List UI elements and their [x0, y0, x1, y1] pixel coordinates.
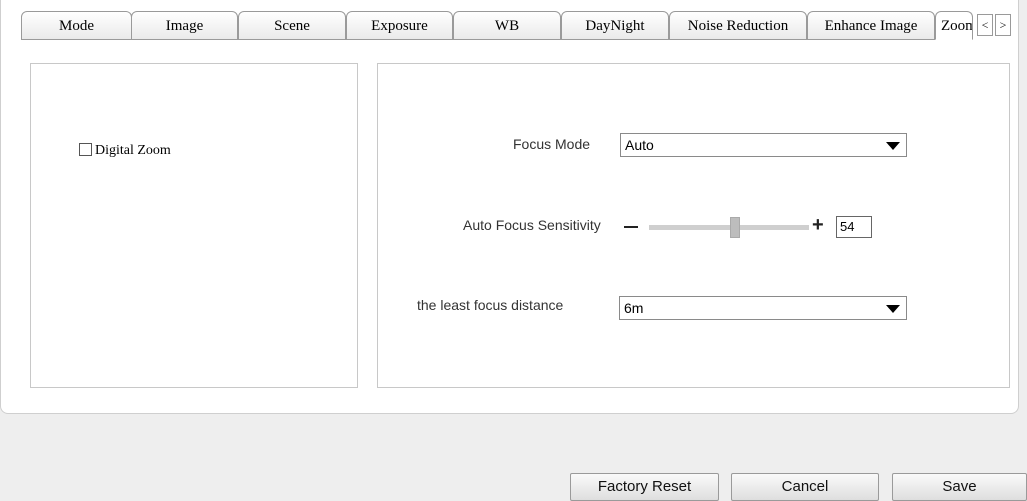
tab-scroll-next-button[interactable]: > [995, 14, 1011, 36]
tab-enhance-image[interactable]: Enhance Image [807, 11, 935, 40]
least-focus-distance-select[interactable]: 6m [619, 296, 907, 320]
tab-wb[interactable]: WB [453, 11, 561, 40]
digital-zoom-label: Digital Zoom [95, 143, 171, 158]
af-sensitivity-input[interactable]: 54 [836, 216, 872, 238]
tab-scene[interactable]: Scene [238, 11, 346, 40]
tab-noise-reduction[interactable]: Noise Reduction [669, 11, 807, 40]
focus-mode-label: Focus Mode [513, 136, 591, 152]
minus-icon[interactable] [624, 226, 638, 228]
tab-image[interactable]: Image [131, 11, 238, 40]
chevron-down-icon [886, 305, 900, 313]
slider-handle[interactable] [730, 217, 741, 238]
chevron-down-icon [886, 142, 900, 150]
tab-exposure[interactable]: Exposure [346, 11, 453, 40]
zoom-options-box [30, 63, 358, 388]
cancel-button[interactable]: Cancel [731, 473, 879, 501]
focus-mode-select[interactable]: Auto [620, 133, 907, 157]
tab-scroll-prev-button[interactable]: < [977, 14, 993, 36]
least-focus-distance-label: the least focus distance [417, 297, 564, 313]
focus-mode-value: Auto [625, 137, 654, 153]
factory-reset-button[interactable]: Factory Reset [570, 473, 719, 501]
digital-zoom-checkbox[interactable] [79, 143, 92, 156]
af-sensitivity-label: Auto Focus Sensitivity [463, 217, 601, 233]
least-focus-distance-value: 6m [624, 300, 644, 316]
save-button[interactable]: Save [892, 473, 1027, 501]
plus-icon[interactable]: + [812, 213, 824, 237]
tab-mode[interactable]: Mode [21, 11, 132, 40]
af-sensitivity-slider[interactable] [649, 225, 809, 230]
settings-panel: Mode Image Scene Exposure WB DayNight No… [0, 0, 1019, 414]
tab-zoom[interactable]: Zoom [935, 11, 973, 40]
tab-daynight[interactable]: DayNight [561, 11, 669, 40]
